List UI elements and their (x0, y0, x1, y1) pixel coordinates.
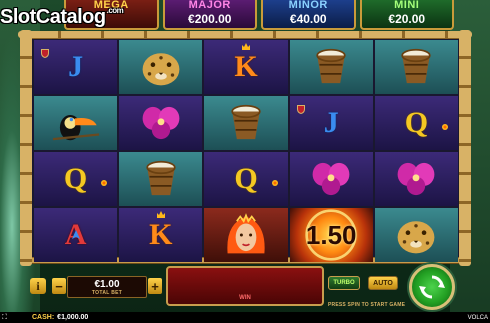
shield-emblem-icon (296, 105, 305, 114)
drum-icon (231, 104, 261, 140)
drum-icon (401, 48, 432, 84)
spin-arrows-icon (419, 275, 445, 299)
drum-icon (146, 160, 176, 196)
win-label: WIN (239, 295, 251, 301)
fullscreen-icon[interactable]: ⛶ (2, 314, 10, 322)
orchid-icon (397, 162, 435, 196)
reel-cell: 1.50 (289, 208, 373, 262)
sun-emblem-icon (271, 180, 278, 186)
reel-cell: K (204, 40, 288, 94)
jackpot-mini-value: €20.00 (388, 12, 426, 26)
info-button[interactable]: i (30, 278, 46, 294)
press-spin-hint: PRESS SPIN TO START GAME (328, 302, 406, 308)
cash-value: €1,000.00 (57, 314, 89, 321)
watermark-suffix: .com (106, 6, 124, 15)
jackpot-major-label: MAJOR (188, 0, 231, 11)
total-bet-label: TOTAL BET (91, 289, 123, 296)
turbo-button[interactable]: TURBO (328, 276, 360, 290)
bet-decrease-button[interactable]: − (52, 278, 66, 294)
reel-cell (204, 208, 288, 262)
sun-emblem-icon (101, 180, 108, 186)
toucan-icon (52, 114, 99, 141)
fire-queen-icon (227, 213, 265, 254)
reel-cell (119, 152, 203, 206)
spin-button[interactable] (409, 264, 455, 310)
bamboo-right-pole (459, 30, 471, 266)
reel-cell: K (119, 208, 203, 262)
card-symbol-k: K (149, 218, 173, 251)
reel-cell: Q (34, 152, 118, 206)
card-symbol-j: J (68, 50, 84, 83)
arrowhead-emblem-icon (71, 230, 80, 239)
reel-cell (289, 152, 373, 206)
total-bet-display: €1.00 TOTAL BET (67, 276, 147, 298)
jackpot-major-value: €200.00 (188, 12, 232, 26)
status-footer: ⛶ CASH: €1,000.00 VOLCA (0, 312, 490, 323)
reel-grid: JKJQQQAK1.50 (34, 40, 458, 262)
reel-cell (119, 40, 203, 94)
multiplier-value: 1.50 (305, 219, 357, 250)
reel-cell: J (34, 40, 118, 94)
drum-icon (316, 48, 346, 84)
card-symbol-q: Q (404, 106, 429, 139)
reel-cell (204, 96, 288, 150)
card-symbol-j: J (323, 106, 339, 139)
reel-cell: Q (374, 96, 458, 150)
reel-cell (374, 152, 458, 206)
sun-emblem-icon (441, 124, 448, 130)
jackpot-mini: MINI €20.00 (359, 0, 454, 30)
card-symbol-q: Q (234, 162, 258, 195)
bet-increase-button[interactable]: + (148, 278, 162, 294)
brand-text: VOLCA (467, 314, 488, 321)
watermark-text: SlotCatalog (0, 6, 106, 28)
jaguar-icon (397, 221, 435, 254)
orchid-icon (142, 106, 180, 140)
jackpot-minor-label: MINOR (288, 0, 328, 11)
jackpot-major: MAJOR €200.00 (162, 0, 257, 30)
jackpot-minor-value: €40.00 (289, 12, 327, 26)
reel-cell: Q (204, 152, 288, 206)
jackpot-mini-label: MINI (394, 0, 420, 11)
bamboo-left-pole (20, 30, 32, 266)
reel-cell (374, 208, 458, 262)
reel-cell (119, 96, 203, 150)
reel-cell (289, 40, 373, 94)
crown-emblem-icon (156, 211, 165, 218)
shield-emblem-icon (41, 49, 49, 58)
reel-cell (374, 40, 458, 94)
bamboo-top-border (18, 31, 472, 38)
jaguar-icon (142, 53, 180, 86)
card-symbol-k: K (234, 50, 258, 83)
win-display: WIN (166, 266, 324, 306)
crown-emblem-icon (241, 43, 250, 50)
reel-cell (34, 96, 118, 150)
reel-cell: A (34, 208, 118, 262)
autoplay-button[interactable]: AUTO (368, 276, 398, 290)
cash-label: CASH: (32, 314, 55, 321)
jackpot-minor: MINOR €40.00 (261, 0, 356, 30)
reel-cell: J (289, 96, 373, 150)
watermark-logo: SlotCatalog.com (0, 6, 124, 29)
card-symbol-q: Q (63, 162, 88, 195)
total-bet-value: €1.00 (94, 278, 120, 290)
orchid-icon (312, 162, 350, 196)
